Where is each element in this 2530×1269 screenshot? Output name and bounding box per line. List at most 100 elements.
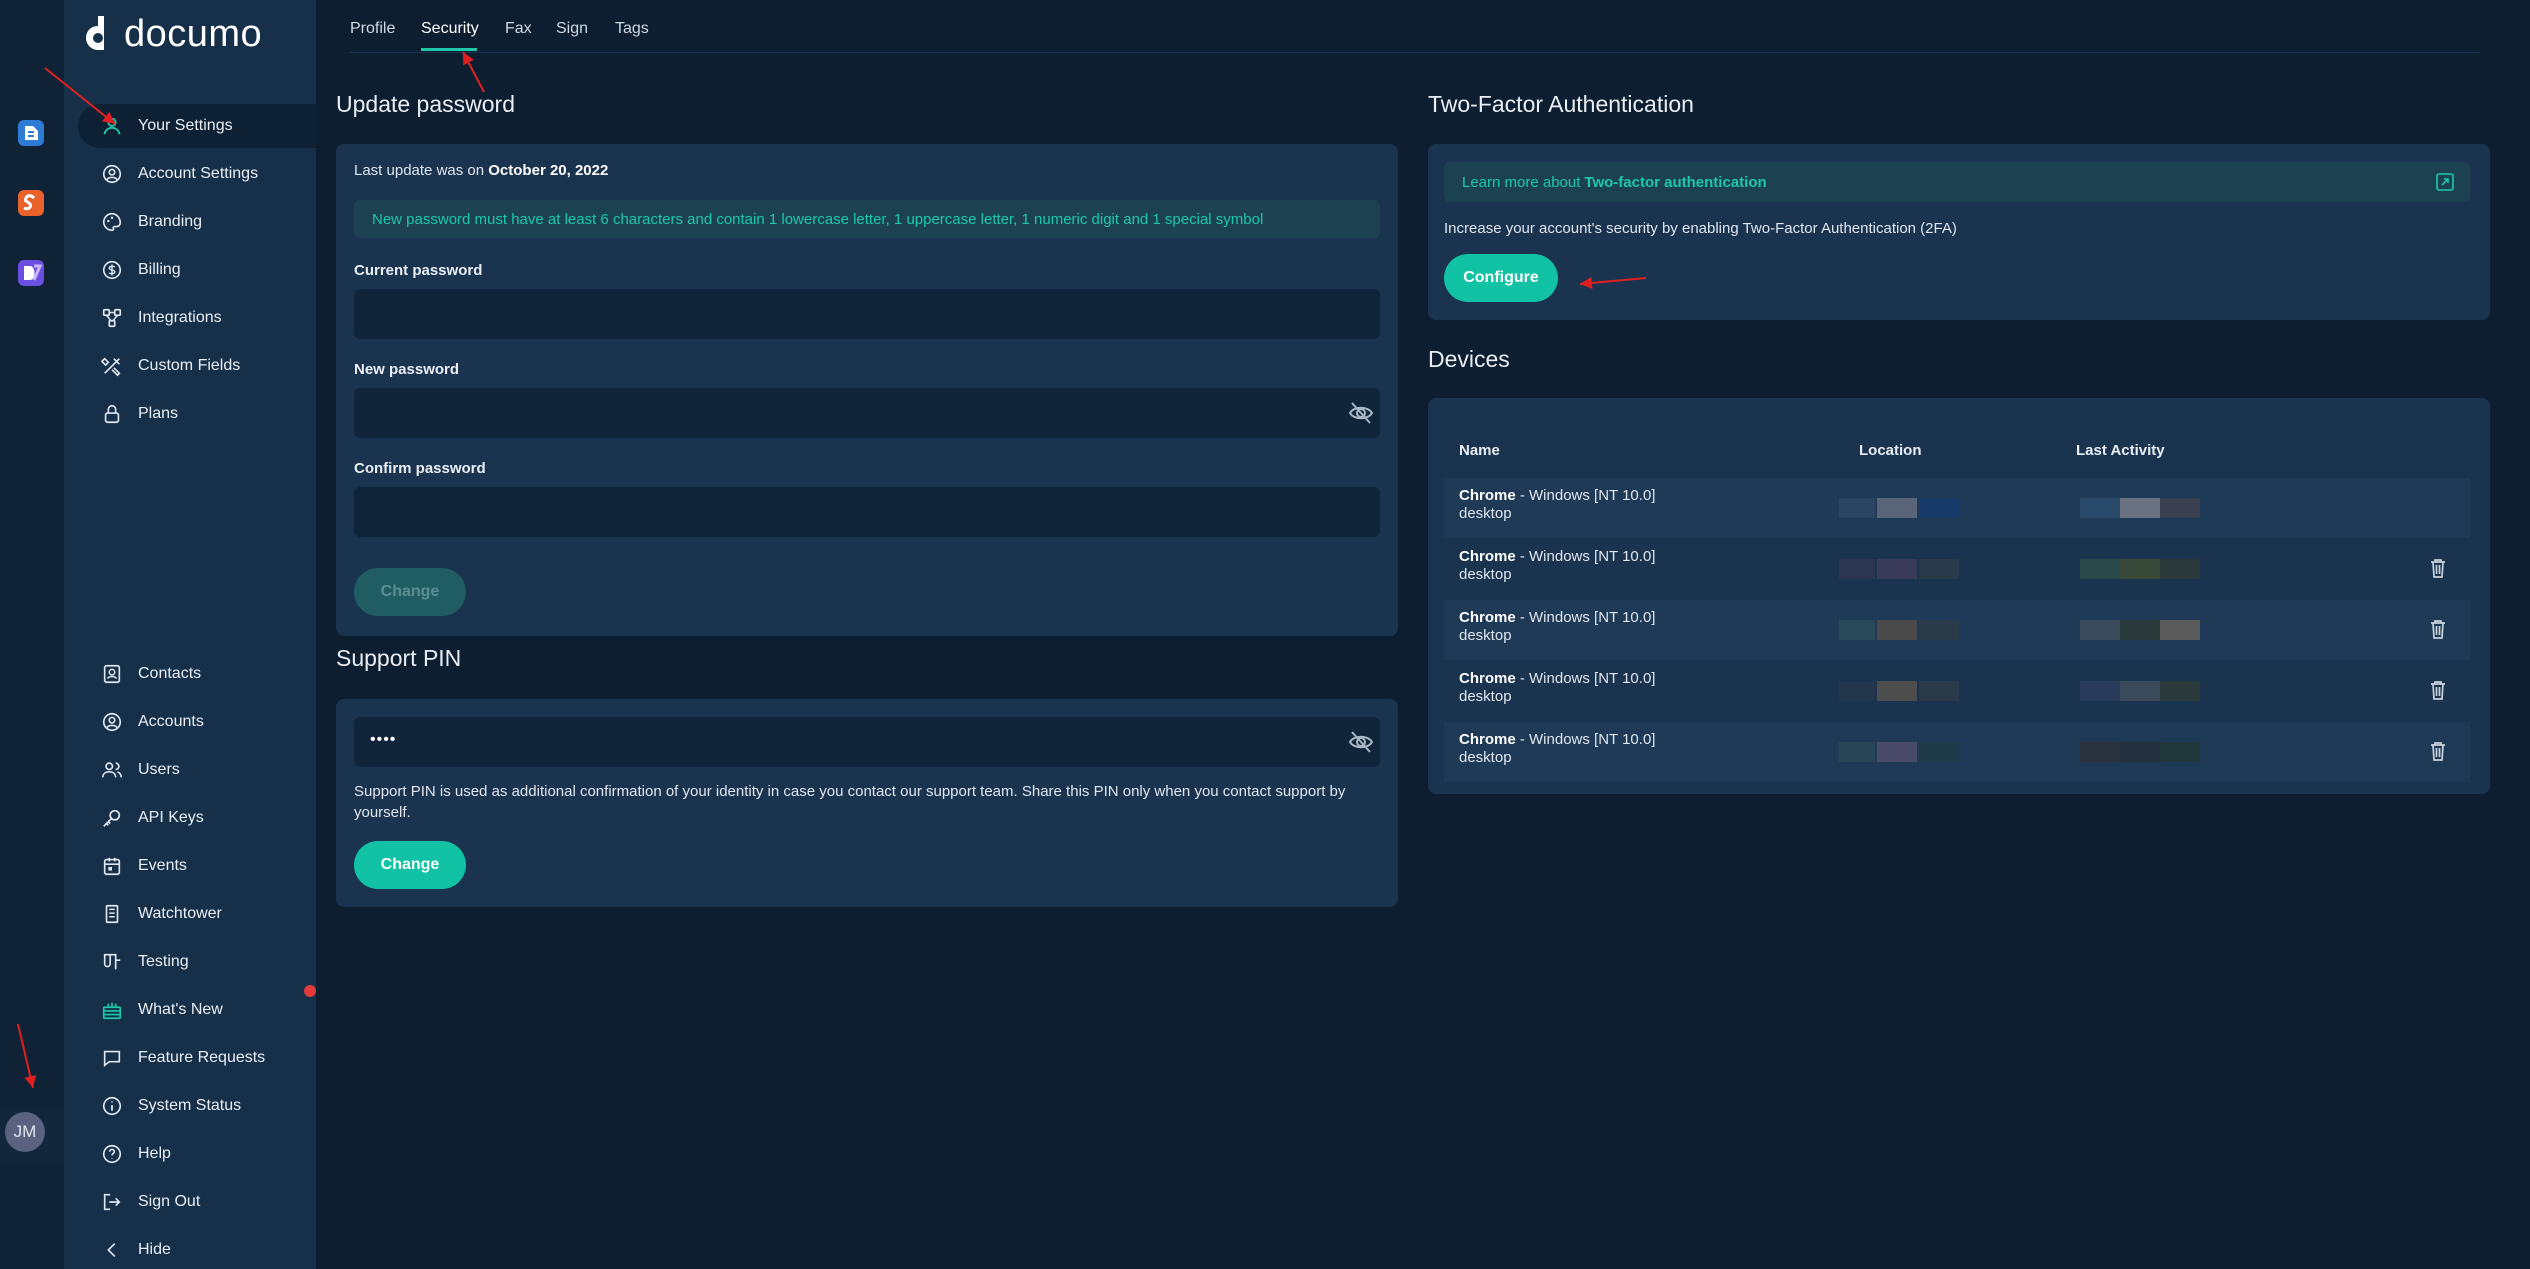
table-row: Chrome - Windows [NT 10.0] desktop <box>1444 539 2470 599</box>
documo-app-icon[interactable] <box>8 110 54 156</box>
user-circle-icon <box>100 162 124 186</box>
sidebar-item-label: Users <box>138 761 180 778</box>
sidebar-item-system-status[interactable]: System Status <box>78 1084 316 1128</box>
key-icon <box>100 806 124 830</box>
sidebar-item-label: Help <box>138 1145 171 1162</box>
change-pin-button[interactable]: Change <box>354 841 466 889</box>
chat-icon <box>100 1046 124 1070</box>
sidebar-item-label: Billing <box>138 261 181 278</box>
sidebar-item-watchtower[interactable]: Watchtower <box>78 892 316 936</box>
sidebar-item-label: Watchtower <box>138 905 222 922</box>
confirm-password-label: Confirm password <box>354 460 486 477</box>
logo-text: documo <box>124 12 263 55</box>
trash-icon[interactable] <box>2428 679 2448 701</box>
device-os: - Windows [NT 10.0] <box>1515 609 1656 626</box>
users-icon <box>100 758 124 782</box>
device-browser: Chrome <box>1459 731 1516 748</box>
sidebar-item-testing[interactable]: Testing <box>78 940 316 984</box>
learn-more-2fa-bar[interactable]: Learn more about Two-factor authenticati… <box>1444 162 2470 202</box>
password-requirements-info: New password must have at least 6 charac… <box>354 200 1380 238</box>
tab-fax[interactable]: Fax <box>505 20 532 38</box>
table-row: Chrome - Windows [NT 10.0] desktop <box>1444 478 2470 538</box>
devices-title: Devices <box>1428 346 1510 372</box>
device-type: desktop <box>1459 627 1512 644</box>
sidebar-item-sign-out[interactable]: Sign Out <box>78 1180 316 1224</box>
sidebar-item-label: Feature Requests <box>138 1049 266 1066</box>
sidebar-item-label: Hide <box>138 1241 171 1258</box>
sidebar-item-api-keys[interactable]: API Keys <box>78 796 316 840</box>
avatar[interactable]: JM <box>5 1112 45 1152</box>
table-row: Chrome - Windows [NT 10.0] desktop <box>1444 722 2470 782</box>
sidebar-item-label: Testing <box>138 953 189 970</box>
device-browser: Chrome <box>1459 548 1516 565</box>
current-password-label: Current password <box>354 262 483 279</box>
two-factor-link[interactable]: Two-factor authentication <box>1584 174 1766 191</box>
sidebar-item-label: Accounts <box>138 713 204 730</box>
device-os: - Windows [NT 10.0] <box>1515 487 1656 504</box>
device-os: - Windows [NT 10.0] <box>1515 548 1656 565</box>
sidebar-item-custom-fields[interactable]: Custom Fields <box>78 344 316 388</box>
support-pin-description: Support PIN is used as additional confir… <box>354 783 1346 821</box>
device-type: desktop <box>1459 566 1512 583</box>
device-name: Chrome - Windows [NT 10.0] desktop <box>1459 487 1655 523</box>
update-password-title: Update password <box>336 91 515 117</box>
signout-icon <box>100 1190 124 1214</box>
sidebar-item-label: Sign Out <box>138 1193 201 1210</box>
tab-security[interactable]: Security <box>421 20 479 38</box>
change-password-button[interactable]: Change <box>354 568 466 616</box>
two-factor-title: Two-Factor Authentication <box>1428 91 1694 117</box>
new-password-input[interactable] <box>354 388 1380 438</box>
eye-off-icon[interactable] <box>1348 401 1374 425</box>
device-name: Chrome - Windows [NT 10.0] desktop <box>1459 731 1655 767</box>
settings-tabs: Profile Security Fax Sign Tags <box>350 0 2480 53</box>
documo-logo-icon <box>86 16 104 50</box>
configure-2fa-button[interactable]: Configure <box>1444 254 1558 302</box>
update-password-card: Last update was on October 20, 2022 New … <box>336 144 1398 636</box>
flask-icon <box>100 950 124 974</box>
calendar-icon <box>100 854 124 878</box>
sidebar-item-account-settings[interactable]: Account Settings <box>78 152 316 196</box>
lock-icon <box>100 402 124 426</box>
sidebar-item-events[interactable]: Events <box>78 844 316 888</box>
sidebar-item-your-settings[interactable]: Your Settings <box>78 104 316 148</box>
sidebar-item-integrations[interactable]: Integrations <box>78 296 316 340</box>
tab-sign[interactable]: Sign <box>556 20 588 38</box>
two-factor-card: Learn more about Two-factor authenticati… <box>1428 144 2490 320</box>
documo-logo[interactable]: documo <box>84 12 262 56</box>
sidebar-item-feature-requests[interactable]: Feature Requests <box>78 1036 316 1080</box>
sidebar-item-label: Plans <box>138 405 179 422</box>
sidebar-item-accounts[interactable]: Accounts <box>78 700 316 744</box>
sidebar-item-plans[interactable]: Plans <box>78 392 316 436</box>
sidebar-item-contacts[interactable]: Contacts <box>78 652 316 696</box>
sidebar-item-users[interactable]: Users <box>78 748 316 792</box>
support-pin-input[interactable]: •••• <box>354 717 1380 767</box>
device-browser: Chrome <box>1459 487 1516 504</box>
sidebar-item-label: Account Settings <box>138 165 259 182</box>
tab-profile[interactable]: Profile <box>350 20 395 38</box>
device-type: desktop <box>1459 505 1512 522</box>
help-icon <box>100 1142 124 1166</box>
sidebar-item-billing[interactable]: Billing <box>78 248 316 292</box>
app-rail: JM <box>0 0 64 1269</box>
eye-off-icon[interactable] <box>1348 730 1374 754</box>
external-link-icon[interactable] <box>2436 173 2454 191</box>
tower-icon <box>100 902 124 926</box>
tab-tags[interactable]: Tags <box>615 20 649 38</box>
device-type: desktop <box>1459 749 1512 766</box>
dy-app-icon[interactable] <box>8 250 54 296</box>
trash-icon[interactable] <box>2428 557 2448 579</box>
trash-icon[interactable] <box>2428 618 2448 640</box>
current-password-input[interactable] <box>354 289 1380 339</box>
sy-app-icon[interactable] <box>8 180 54 226</box>
device-browser: Chrome <box>1459 670 1516 687</box>
trash-icon[interactable] <box>2428 740 2448 762</box>
confirm-password-input[interactable] <box>354 487 1380 537</box>
sidebar-item-label: Integrations <box>138 309 222 326</box>
sidebar-item-help[interactable]: Help <box>78 1132 316 1176</box>
sidebar-item-hide[interactable]: Hide <box>78 1228 316 1269</box>
sidebar-item-label: Events <box>138 857 187 874</box>
integrations-icon <box>100 306 124 330</box>
sidebar-item-what-s-new[interactable]: What's New <box>78 988 316 1032</box>
sidebar-item-branding[interactable]: Branding <box>78 200 316 244</box>
column-location: Location <box>1859 442 1922 459</box>
